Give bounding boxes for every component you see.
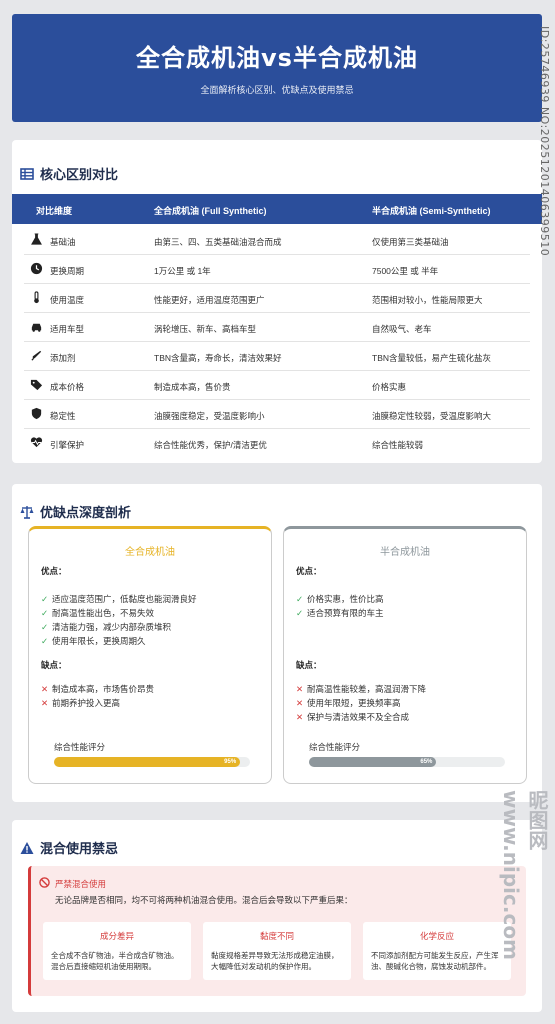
pros-cons-section-title: 优缺点深度剖析	[20, 502, 131, 521]
cons-label: 缺点：	[296, 660, 322, 670]
flask-icon	[31, 233, 42, 245]
pro-item: ✓ 适应温度范围广，低黏度也能润滑良好	[41, 594, 197, 604]
mixing-warning-card: 混合使用禁忌 严禁混合使用 无论品牌是否相同，均不可将两种机油混合使用。混合后会…	[12, 820, 542, 1012]
page-header: 全合成机油vs半合成机油 全面解析核心区别、优缺点及使用禁忌	[12, 14, 542, 122]
scale-icon	[20, 505, 34, 519]
con-item: ✕ 制造成本高，市场售价昂贵	[41, 684, 155, 694]
pros-label: 优点：	[296, 566, 322, 576]
cons-label: 缺点：	[41, 660, 67, 670]
table-row: 成本价格 制造成本高，售价贵 价格实惠	[24, 371, 530, 400]
comparison-section-title: 核心区别对比	[20, 164, 118, 183]
score-bar: 95%	[54, 757, 250, 767]
score-bar-fill: 95%	[54, 757, 241, 767]
score-bar-fill: 65%	[309, 757, 437, 767]
shield-icon	[31, 407, 42, 420]
pros-label: 优点：	[41, 566, 67, 576]
con-item: ✕ 使用年限短，更换频率高	[296, 698, 401, 708]
pro-item: ✓ 适合预算有限的车主	[296, 608, 384, 618]
table-row: 适用车型 涡轮增压、新车、高档车型 自然吸气、老车	[24, 313, 530, 342]
pro-item: ✓ 耐高温性能出色，不易失效	[41, 608, 155, 618]
table-icon	[20, 167, 34, 180]
warning-section-title: 混合使用禁忌	[20, 838, 118, 857]
consequence-card: 成分差异 全合成不含矿物油，半合成含矿物油。混合后直接缩短机油使用期限。	[43, 922, 191, 980]
check-icon: ✓	[41, 608, 49, 618]
check-icon: ✓	[296, 594, 304, 604]
warning-description: 无论品牌是否相同，均不可将两种机油混合使用。混合后会导致以下严重后果：	[55, 895, 353, 905]
cross-icon: ✕	[296, 712, 304, 722]
syringe-icon	[31, 350, 42, 361]
page-title: 全合成机油vs半合成机油	[136, 44, 418, 72]
heartbeat-icon	[30, 437, 43, 448]
consequence-card: 化学反应 不同添加剂配方可能发生反应，产生浑浊、酸碱化合物，腐蚀发动机部件。	[363, 922, 511, 980]
table-header: 对比维度 全合成机油 (Full Synthetic) 半合成机油 (Semi-…	[12, 194, 542, 224]
comparison-card: 核心区别对比 对比维度 全合成机油 (Full Synthetic) 半合成机油…	[12, 140, 542, 463]
full-synthetic-panel: 全合成机油 优点： ✓ 适应温度范围广，低黏度也能润滑良好 ✓ 耐高温性能出色，不易…	[28, 526, 272, 784]
score-bar: 65%	[309, 757, 505, 767]
check-icon: ✓	[41, 594, 49, 604]
thermometer-icon	[34, 291, 39, 304]
check-icon: ✓	[41, 622, 49, 632]
table-row: 添加剂 TBN含量高，寿命长，清洁效果好 TBN含量较低，易产生硫化盐灰	[24, 342, 530, 371]
check-icon: ✓	[41, 636, 49, 646]
header-semi: 半合成机油 (Semi-Synthetic)	[372, 206, 491, 216]
semi-synthetic-panel: 半合成机油 优点： ✓ 价格实惠，性价比高 ✓ 适合预算有限的车主 缺点： ✕ 耐高温…	[283, 526, 527, 784]
pro-item: ✓ 价格实惠，性价比高	[296, 594, 384, 604]
warning-box: 严禁混合使用 无论品牌是否相同，均不可将两种机油混合使用。混合后会导致以下严重后…	[28, 866, 526, 996]
cross-icon: ✕	[41, 698, 49, 708]
table-row: 使用温度 性能更好，适用温度范围更广 范围相对较小，性能局限更大	[24, 284, 530, 313]
table-row: 稳定性 油膜强度稳定，受温度影响小 油膜稳定性较弱，受温度影响大	[24, 400, 530, 429]
header-dimension: 对比维度	[36, 206, 73, 216]
warning-title: 严禁混合使用	[55, 879, 107, 889]
ban-icon	[39, 877, 50, 888]
check-icon: ✓	[296, 608, 304, 618]
cross-icon: ✕	[296, 684, 304, 694]
cross-icon: ✕	[296, 698, 304, 708]
pro-item: ✓ 使用年限长，更换周期久	[41, 636, 146, 646]
con-item: ✕ 耐高温性能较差，高温润滑下降	[296, 684, 427, 694]
car-icon	[31, 323, 42, 332]
table-row: 更换周期 1万公里 或 1年 7500公里 或 半年	[24, 255, 530, 284]
table-row: 引擎保护 综合性能优秀，保护/清洁更优 综合性能较弱	[24, 429, 530, 458]
con-item: ✕ 前期养护投入更高	[41, 698, 121, 708]
warning-icon	[20, 841, 34, 854]
con-item: ✕ 保护与清洁效果不及全合成	[296, 712, 410, 722]
cross-icon: ✕	[41, 684, 49, 694]
header-full: 全合成机油 (Full Synthetic)	[154, 206, 267, 216]
table-row: 基础油 由第三、四、五类基础油混合而成 仅使用第三类基础油	[24, 226, 530, 255]
watermark-site: 昵图网 www.nipic.com	[499, 790, 549, 960]
score-label: 综合性能评分	[54, 742, 106, 752]
watermark-id: ID:25746939 NO:20251201406399510	[538, 26, 551, 257]
semi-panel-title: 半合成机油	[380, 547, 430, 558]
clock-icon	[30, 262, 43, 275]
score-label: 综合性能评分	[309, 742, 361, 752]
consequence-card: 黏度不同 黏度规格差异导致无法形成稳定油膜，大幅降低对发动机的保护作用。	[203, 922, 351, 980]
page-subtitle: 全面解析核心区别、优缺点及使用禁忌	[200, 85, 354, 95]
pro-item: ✓ 清洁能力强，减少内部杂质堆积	[41, 622, 172, 632]
tag-icon	[30, 379, 43, 391]
full-panel-title: 全合成机油	[125, 547, 175, 558]
pros-cons-card: 优缺点深度剖析 全合成机油 优点： ✓ 适应温度范围广，低黏度也能润滑良好 ✓ 耐高…	[12, 484, 542, 802]
